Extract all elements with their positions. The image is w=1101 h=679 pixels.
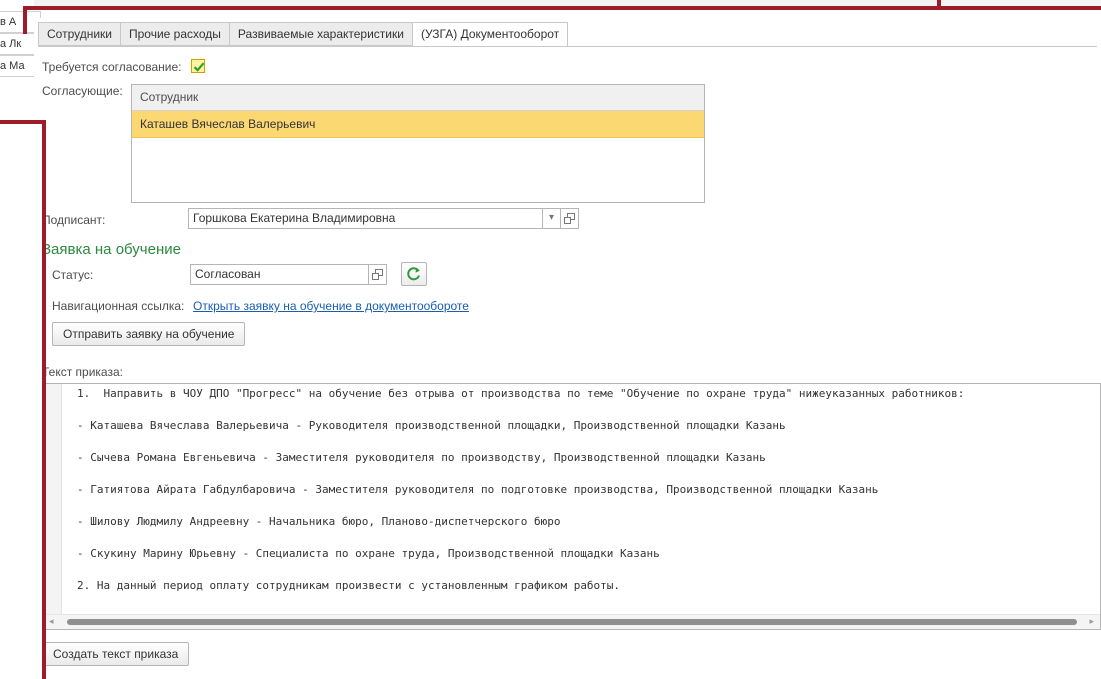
signer-field[interactable]: Горшкова Екатерина Владимировна: [188, 208, 543, 229]
status-label: Статус:: [52, 268, 94, 282]
chevron-down-icon: ▾: [548, 212, 555, 223]
annotation-frame-left-upper: [23, 6, 27, 34]
send-training-request-button[interactable]: Отправить заявку на обучение: [52, 322, 246, 346]
approvers-column-header[interactable]: Сотрудник: [132, 85, 704, 111]
training-request-title: Заявка на обучение: [42, 241, 181, 258]
order-text-line: - Скукину Марину Юрьевну - Специалиста п…: [77, 547, 660, 560]
table-row[interactable]: Каташев Вячеслав Валерьевич: [132, 111, 704, 138]
status-field[interactable]: Согласован: [190, 264, 369, 285]
status-open-button[interactable]: [368, 264, 387, 285]
scroll-left-icon[interactable]: ◂: [49, 616, 54, 627]
horizontal-scrollbar[interactable]: ◂ ▸: [43, 614, 1100, 629]
tab-employees[interactable]: Сотрудники: [38, 22, 121, 46]
order-text-line: 2. На данный период оплату сотрудникам п…: [77, 579, 621, 592]
tab-document-flow[interactable]: (УЗГА) Документооборот: [411, 22, 569, 47]
tab-bar: Сотрудники Прочие расходы Развиваемые ха…: [38, 22, 569, 47]
order-text-line: - Шилову Людмилу Андреевну - Начальника …: [77, 515, 561, 528]
signer-dropdown-button[interactable]: ▾: [542, 208, 561, 229]
open-training-request-link[interactable]: Открыть заявку на обучение в документооб…: [193, 299, 469, 313]
annotation-frame-top: [23, 6, 941, 10]
open-form-icon: [564, 213, 575, 224]
refresh-icon: [407, 267, 420, 281]
order-text-line: - Сычева Романа Евгеньевича - Заместител…: [77, 451, 766, 464]
order-text-line: - Гатиятова Айрата Габдулбаровича - Заме…: [77, 483, 879, 496]
scrollbar-thumb[interactable]: [67, 619, 1077, 625]
annotation-frame-mid-left: [0, 120, 44, 124]
order-text-line: 1. Направить в ЧОУ ДПО "Прогресс" на обу…: [77, 387, 965, 400]
tab-divider: [38, 46, 1097, 47]
tab-developed-characteristics[interactable]: Развиваемые характеристики: [228, 22, 413, 46]
tab-other-expenses[interactable]: Прочие расходы: [120, 22, 230, 46]
approvers-table[interactable]: Сотрудник Каташев Вячеслав Валерьевич: [131, 84, 705, 203]
document-form-window: Сотрудники Прочие расходы Развиваемые ха…: [34, 18, 1101, 679]
scroll-right-icon[interactable]: ▸: [1089, 616, 1094, 627]
order-text-label: Текст приказа:: [42, 365, 123, 379]
background-list: в А а Лк а Ма: [0, 0, 41, 90]
create-order-text-button[interactable]: Создать текст приказа: [42, 642, 190, 666]
signer-open-button[interactable]: [560, 208, 579, 229]
open-form-icon: [372, 269, 383, 280]
nav-link-label: Навигационная ссылка:: [52, 299, 185, 313]
approval-required-label: Требуется согласование:: [42, 60, 182, 74]
annotation-frame-left: [42, 120, 46, 679]
approvers-label: Согласующие:: [42, 84, 123, 98]
approval-required-checkbox[interactable]: [191, 59, 205, 73]
order-text-line: - Каташева Вячеслава Валерьевича - Руков…: [77, 419, 786, 432]
checkmark-icon: [193, 62, 205, 72]
order-text-editor[interactable]: 1. Направить в ЧОУ ДПО "Прогресс" на обу…: [42, 383, 1101, 630]
signer-label: Подписант:: [42, 213, 106, 227]
refresh-status-button[interactable]: [401, 262, 427, 286]
annotation-frame-top-right: [937, 6, 1101, 10]
